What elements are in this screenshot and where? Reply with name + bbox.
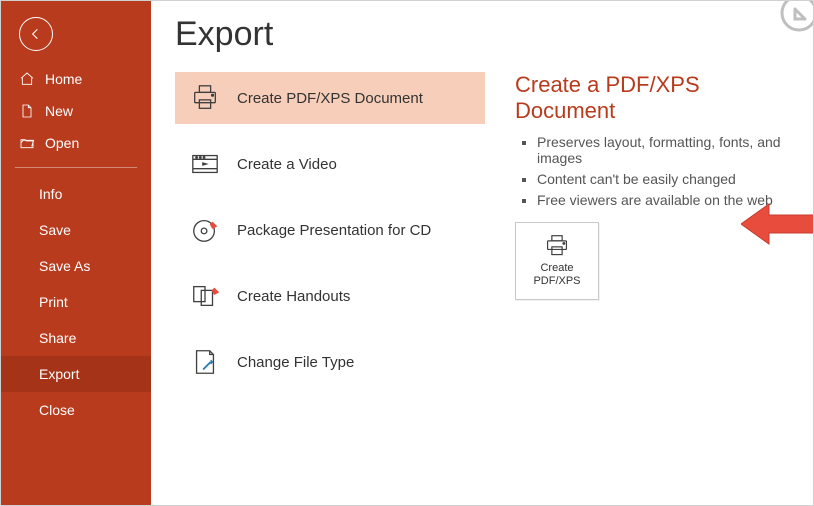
handouts-icon [189, 280, 221, 312]
sidebar-item-label: Home [45, 71, 82, 87]
sidebar-separator [15, 167, 137, 168]
option-package-cd[interactable]: Package Presentation for CD [175, 204, 485, 256]
option-label: Create PDF/XPS Document [237, 90, 423, 107]
detail-bullet: Content can't be easily changed [537, 171, 785, 187]
detail-title: Create a PDF/XPS Document [515, 72, 785, 124]
action-label: Create PDF/XPS [516, 262, 598, 287]
sidebar-item-label: Open [45, 135, 79, 151]
export-columns: Create PDF/XPS Document Create a Video P… [175, 72, 785, 388]
page-title: Export [175, 15, 785, 54]
backstage-view: Home New Open Info Save Save As Print Sh… [0, 0, 814, 506]
sidebar-item-export[interactable]: Export [1, 356, 151, 392]
option-label: Create Handouts [237, 288, 350, 305]
main-panel: Export Create PDF/XPS Document Create a … [151, 1, 813, 505]
sidebar-item-info[interactable]: Info [1, 176, 151, 212]
export-options: Create PDF/XPS Document Create a Video P… [175, 72, 485, 388]
option-create-handouts[interactable]: Create Handouts [175, 270, 485, 322]
video-icon [189, 148, 221, 180]
open-folder-icon [19, 135, 35, 151]
sidebar-item-label: Print [39, 294, 68, 310]
detail-bullet: Free viewers are available on the web [537, 192, 785, 208]
sidebar-item-label: Close [39, 402, 75, 418]
cd-icon [189, 214, 221, 246]
create-pdf-xps-button[interactable]: Create PDF/XPS [515, 222, 599, 300]
sidebar: Home New Open Info Save Save As Print Sh… [1, 1, 151, 505]
sidebar-item-close[interactable]: Close [1, 392, 151, 428]
sidebar-item-label: Save [39, 222, 71, 238]
detail-bullets: Preserves layout, formatting, fonts, and… [515, 134, 785, 208]
back-button[interactable] [19, 17, 53, 51]
pdf-printer-icon [543, 234, 571, 258]
new-file-icon [19, 103, 35, 119]
detail-bullet: Preserves layout, formatting, fonts, and… [537, 134, 785, 166]
sidebar-item-new[interactable]: New [1, 95, 151, 127]
collapse-ribbon-icon [763, 1, 813, 49]
pdf-printer-icon [189, 82, 221, 114]
sidebar-item-label: Save As [39, 258, 90, 274]
sidebar-item-home[interactable]: Home [1, 63, 151, 95]
sidebar-item-share[interactable]: Share [1, 320, 151, 356]
home-icon [19, 71, 35, 87]
option-change-file-type[interactable]: Change File Type [175, 336, 485, 388]
option-label: Change File Type [237, 354, 354, 371]
sidebar-item-label: Export [39, 366, 79, 382]
option-label: Package Presentation for CD [237, 222, 431, 239]
detail-panel: Create a PDF/XPS Document Preserves layo… [515, 72, 785, 388]
sidebar-item-print[interactable]: Print [1, 284, 151, 320]
sidebar-item-save-as[interactable]: Save As [1, 248, 151, 284]
arrow-left-icon [28, 26, 44, 42]
sidebar-item-save[interactable]: Save [1, 212, 151, 248]
sidebar-item-label: Info [39, 186, 62, 202]
sidebar-item-label: New [45, 103, 73, 119]
change-file-type-icon [189, 346, 221, 378]
sidebar-item-open[interactable]: Open [1, 127, 151, 159]
option-create-video[interactable]: Create a Video [175, 138, 485, 190]
option-label: Create a Video [237, 156, 337, 173]
sidebar-item-label: Share [39, 330, 76, 346]
option-create-pdf-xps[interactable]: Create PDF/XPS Document [175, 72, 485, 124]
